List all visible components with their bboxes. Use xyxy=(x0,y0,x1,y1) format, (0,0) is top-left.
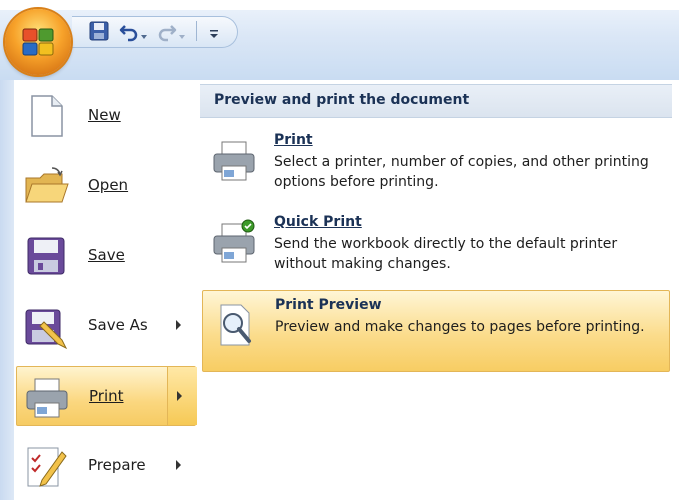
floppy-disk-icon xyxy=(27,237,65,275)
office-menu-left: New Open Save Save As Print Prepare xyxy=(0,80,201,500)
top-strip xyxy=(0,0,679,10)
menu-item-new[interactable]: New xyxy=(16,86,196,146)
print-submenu-split[interactable] xyxy=(167,367,197,425)
submenu-item-title: Print Preview xyxy=(275,297,382,313)
menu-left-bar xyxy=(0,80,14,500)
submenu-item-description: Preview and make changes to pages before… xyxy=(275,319,645,335)
submenu-item-quick-print[interactable]: Quick Print Send the workbook directly t… xyxy=(202,208,668,288)
new-document-icon xyxy=(31,95,63,137)
open-folder-icon xyxy=(25,167,69,203)
undo-icon[interactable] xyxy=(118,20,140,42)
customize-qat-icon[interactable] xyxy=(208,23,220,45)
menu-item-label: Save xyxy=(88,246,125,264)
save-icon[interactable] xyxy=(88,20,110,42)
menu-item-prepare[interactable]: Prepare xyxy=(16,436,196,496)
submenu-item-print[interactable]: Print Select a printer, number of copies… xyxy=(202,126,668,206)
menu-item-save[interactable]: Save xyxy=(16,226,196,286)
menu-item-save-as[interactable]: Save As xyxy=(16,296,196,356)
menu-item-label: Open xyxy=(88,176,129,194)
submenu-item-title: Print xyxy=(274,132,313,148)
save-as-icon xyxy=(25,309,68,350)
menu-item-label: Print xyxy=(89,387,124,405)
submenu-item-title: Quick Print xyxy=(274,214,362,230)
menu-item-open[interactable]: Open xyxy=(16,156,196,216)
submenu-item-description: Select a printer, number of copies, and … xyxy=(274,154,649,190)
qat-separator xyxy=(196,21,197,41)
menu-item-label: Prepare xyxy=(88,456,146,474)
submenu-item-print-preview[interactable]: Print Preview Preview and make changes t… xyxy=(202,290,670,372)
menu-item-print[interactable]: Print xyxy=(16,366,197,426)
prepare-icon xyxy=(27,447,67,487)
title-bar xyxy=(0,0,679,80)
redo-dropdown-icon[interactable] xyxy=(178,26,186,48)
menu-item-label: Save As xyxy=(88,316,148,334)
printer-icon xyxy=(26,378,68,418)
quick-print-icon xyxy=(213,219,255,263)
print-preview-icon xyxy=(220,304,251,346)
submenu-header-title: Preview and print the document xyxy=(214,92,470,108)
quick-access-toolbar xyxy=(72,16,238,48)
submenu-header: Preview and print the document xyxy=(200,84,672,118)
submenu-item-description: Send the workbook directly to the defaul… xyxy=(274,236,618,272)
undo-dropdown-icon[interactable] xyxy=(140,26,148,48)
office-logo-icon xyxy=(22,28,54,56)
submenu-arrow-icon xyxy=(176,460,181,470)
printer-icon xyxy=(213,141,255,181)
menu-item-label: New xyxy=(88,106,121,124)
redo-icon[interactable] xyxy=(156,20,178,42)
submenu-arrow-icon xyxy=(176,320,181,330)
office-button[interactable] xyxy=(5,9,71,75)
submenu-arrow-icon xyxy=(177,391,182,401)
print-submenu: Preview and print the document Print Sel… xyxy=(200,80,679,500)
